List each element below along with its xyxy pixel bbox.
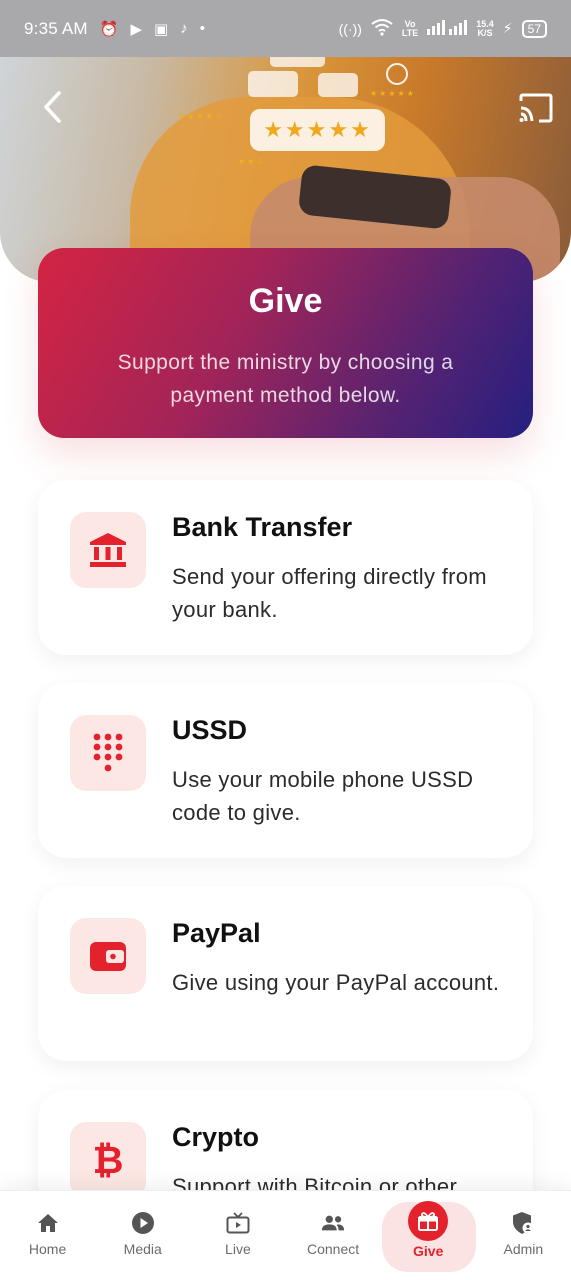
admin-shield-icon [511, 1211, 535, 1235]
hero-rating-dots: ★★★★★ [370, 89, 416, 98]
nav-label: Media [123, 1241, 162, 1257]
youtube-icon: ▶ [130, 20, 143, 38]
hero-rating-dots: ★★★★☺ [178, 112, 225, 121]
nav-item-admin[interactable]: Admin [476, 1191, 571, 1280]
gift-icon [408, 1201, 449, 1241]
nav-label: Give [413, 1243, 444, 1259]
people-icon [321, 1211, 345, 1235]
net-speed-unit: K/S [477, 27, 493, 38]
play-icon [131, 1211, 155, 1235]
dialpad-icon [70, 715, 146, 791]
payment-method-title: Crypto [172, 1122, 259, 1152]
volte-label: Vo LTE [401, 18, 419, 38]
hotspot-icon: ((·)) [338, 20, 362, 37]
hero-review-bubble [248, 71, 298, 97]
wallet-icon [70, 918, 146, 994]
net-speed: 15.4 K/S [476, 19, 494, 38]
hero-rating-dots: ★★☺ [238, 157, 267, 166]
payment-method-description: Use your mobile phone USSD code to give. [172, 767, 474, 825]
back-button[interactable] [34, 87, 70, 127]
nav-label: Admin [503, 1241, 544, 1257]
page-subtitle: Support the ministry by choosing a payme… [117, 351, 454, 407]
nav-label: Home [28, 1241, 67, 1257]
cast-icon [519, 93, 553, 123]
home-icon [36, 1211, 60, 1235]
hero-review-bubble [270, 57, 325, 67]
nav-item-home[interactable]: Home [0, 1191, 95, 1280]
bitcoin-icon: ₿ [70, 1122, 146, 1198]
nav-item-give[interactable]: Give [381, 1191, 476, 1280]
tv-icon [226, 1211, 250, 1235]
hero-smile-icon [386, 63, 408, 85]
charging-icon: ⚡ [502, 20, 513, 36]
payment-method-title: Bank Transfer [172, 512, 353, 542]
chevron-left-icon [44, 91, 61, 123]
give-banner: Give Support the ministry by choosing a … [38, 248, 533, 438]
status-bar: 9:35 AM ⏰ ▶ ▣ ♪ • ((·)) Vo LTE 15.4 K/S … [0, 0, 571, 57]
nav-item-connect[interactable]: Connect [285, 1191, 380, 1280]
wifi-icon [371, 18, 393, 39]
bottom-navigation: Home Media Live Connect Give Admin [0, 1190, 571, 1280]
signal-icon [427, 19, 468, 38]
battery-level: 57 [521, 19, 547, 38]
payment-method-description: Give using your PayPal account. [172, 970, 500, 995]
cast-button[interactable] [516, 90, 556, 126]
nav-item-media[interactable]: Media [95, 1191, 190, 1280]
status-time: 9:35 AM [24, 18, 88, 38]
bank-icon [70, 512, 146, 588]
payment-method-title: PayPal [172, 918, 261, 948]
payment-method-bank-transfer[interactable]: Bank Transfer Send your offering directl… [38, 480, 533, 655]
hero-rating-bubble: ★★★★★ [250, 109, 385, 151]
nav-label: Live [225, 1241, 251, 1257]
payment-method-paypal[interactable]: PayPal Give using your PayPal account. [38, 886, 533, 1061]
dot-icon: • [199, 20, 205, 37]
app-icon: ▣ [154, 20, 169, 38]
payment-method-ussd[interactable]: USSD Use your mobile phone USSD code to … [38, 683, 533, 858]
page-title: Give [248, 282, 323, 320]
alarm-icon: ⏰ [99, 20, 119, 38]
give-screen: 9:35 AM ⏰ ▶ ▣ ♪ • ((·)) Vo LTE 15.4 K/S … [0, 0, 571, 1280]
tiktok-icon: ♪ [180, 20, 188, 37]
hero-review-bubble [318, 73, 358, 97]
nav-item-live[interactable]: Live [190, 1191, 285, 1280]
payment-method-description: Send your offering directly from your ba… [172, 564, 487, 622]
nav-label: Connect [306, 1241, 360, 1257]
payment-method-title: USSD [172, 715, 248, 745]
